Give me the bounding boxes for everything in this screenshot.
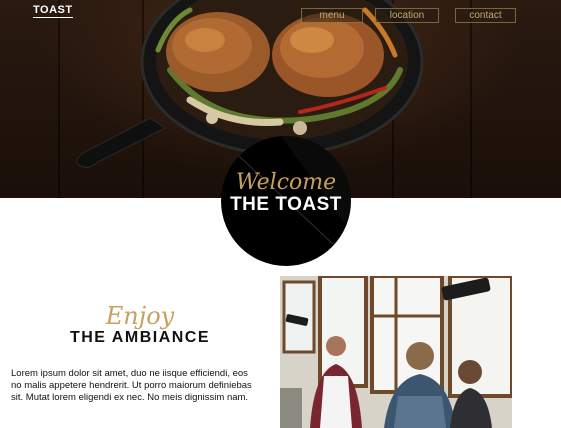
nav-location[interactable]: location: [375, 8, 439, 23]
nav-contact[interactable]: contact: [455, 8, 516, 23]
ambiance-photo: [280, 276, 512, 428]
badge-welcome: Welcome: [235, 170, 337, 195]
welcome-badge: Welcome THE TOAST: [221, 136, 351, 266]
restaurant-scene-illustration: [280, 276, 512, 428]
section-heading: THE AMBIANCE: [69, 329, 211, 346]
nav-menu[interactable]: menu: [301, 8, 363, 23]
section-script-heading: Enjoy: [105, 302, 175, 330]
badge-title: THE TOAST: [230, 194, 342, 215]
section-body-text: Lorem ipsum dolor sit amet, duo ne iisqu…: [11, 368, 252, 403]
main-nav: menu location contact: [0, 8, 561, 24]
